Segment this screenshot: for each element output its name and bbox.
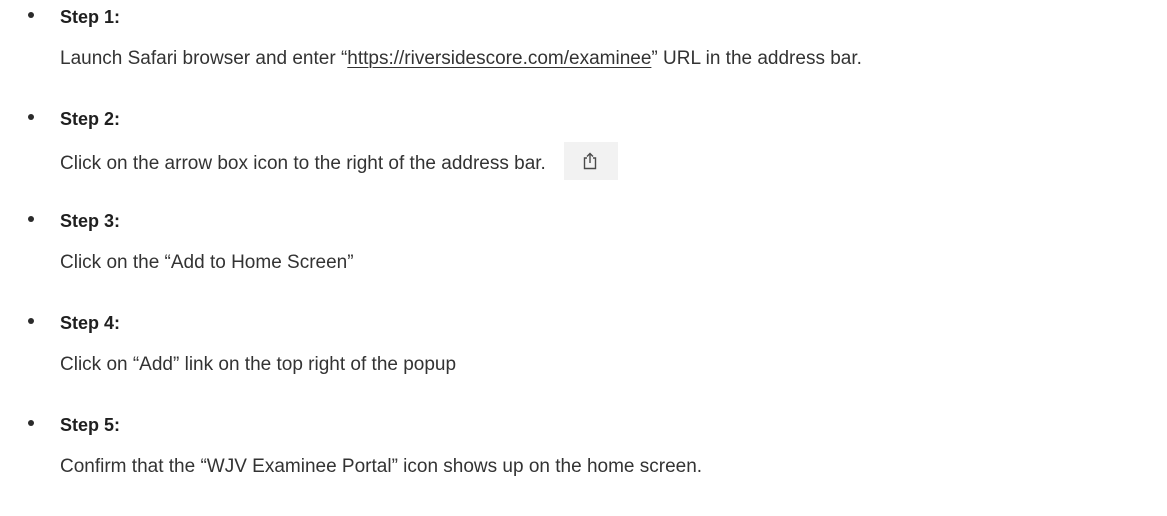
step-title: Step 3:	[60, 211, 121, 231]
step-item-3: Step 3: Click on the “Add to Home Screen…	[0, 210, 1167, 312]
step-description: Launch Safari browser and enter “https:/…	[60, 46, 862, 72]
step-title: Step 2:	[60, 109, 121, 129]
step-title: Step 4:	[60, 313, 121, 333]
step-text: Click on the arrow box icon to the right…	[60, 153, 546, 175]
step-item-5: Step 5: Confirm that the “WJV Examinee P…	[0, 414, 1167, 516]
bullet-icon	[28, 318, 34, 324]
step-title: Step 5:	[60, 415, 121, 435]
step-text-before: Launch Safari browser and enter “	[60, 48, 348, 69]
step-description: Click on “Add” link on the top right of …	[60, 354, 457, 375]
step-title: Step 1:	[60, 7, 121, 27]
bullet-icon	[28, 114, 34, 120]
step-text-after: ” URL in the address bar.	[651, 48, 862, 69]
bullet-icon	[28, 216, 34, 222]
bullet-icon	[28, 12, 34, 18]
step-description: Click on the “Add to Home Screen”	[60, 252, 354, 273]
step-item-1: Step 1: Launch Safari browser and enter …	[0, 6, 1167, 108]
step-item-4: Step 4: Click on “Add” link on the top r…	[0, 312, 1167, 414]
share-icon	[563, 142, 618, 180]
step-item-2: Step 2: Click on the arrow box icon to t…	[0, 108, 1167, 210]
bullet-icon	[28, 420, 34, 426]
step-description: Click on the arrow box icon to the right…	[60, 142, 618, 180]
steps-list: Step 1: Launch Safari browser and enter …	[0, 0, 1167, 516]
examinee-url-link[interactable]: https://riversidescore.com/examinee	[347, 48, 651, 69]
step-description: Confirm that the “WJV Examinee Portal” i…	[60, 456, 703, 477]
